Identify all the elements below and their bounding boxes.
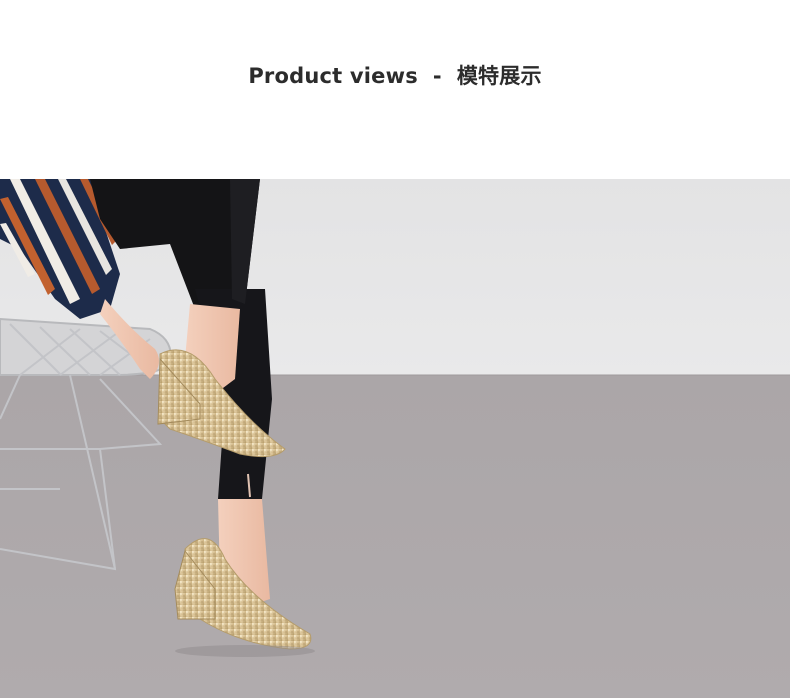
- floor-background: [0, 375, 790, 698]
- section-title: Product views - 模特展示: [248, 64, 542, 88]
- section-header: Product views - 模特展示: [0, 0, 790, 179]
- model-photo: [0, 179, 790, 698]
- product-views-page: Product views - 模特展示: [0, 0, 790, 698]
